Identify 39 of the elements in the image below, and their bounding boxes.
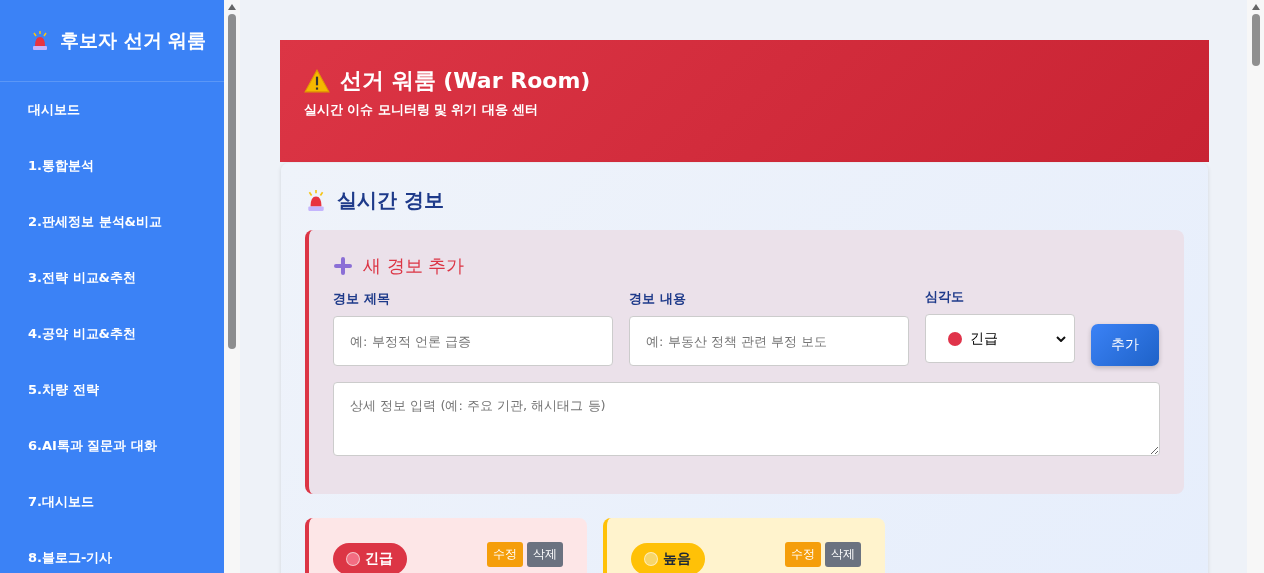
action-button[interactable]: 수정	[785, 542, 821, 567]
sidebar-scrollbar[interactable]	[224, 0, 240, 573]
sidebar-item[interactable]: 8.블로그-기사	[0, 530, 224, 573]
scroll-thumb[interactable]	[1251, 14, 1260, 66]
sidebar-item[interactable]: 7.대시보드	[0, 474, 224, 530]
action-button[interactable]: 수정	[487, 542, 523, 567]
siren-icon	[30, 30, 50, 51]
sidebar-item[interactable]: 대시보드	[0, 82, 224, 138]
scroll-thumb[interactable]	[228, 14, 236, 349]
page-scrollbar[interactable]	[1247, 0, 1264, 573]
page-subtitle: 실시간 이슈 모니터링 및 위기 대응 센터	[304, 102, 540, 119]
add-button[interactable]: 추가	[1091, 324, 1159, 366]
sidebar-item[interactable]: 3.전략 비교&추천	[0, 250, 224, 306]
scroll-up-icon[interactable]	[1251, 4, 1260, 10]
form-title: 새 경보 추가	[363, 254, 465, 278]
sidebar-title: 후보자 선거 워룸	[60, 27, 207, 53]
input-field[interactable]: 예: 부정적 언론 급증	[333, 316, 613, 366]
warning-icon	[304, 69, 330, 93]
field-label: 경보 제목	[333, 290, 391, 308]
plus-icon	[333, 256, 353, 276]
details-field[interactable]: 상세 정보 입력 (예: 주요 기관, 해시태그 등)	[333, 382, 1160, 456]
siren-icon	[305, 189, 327, 212]
chevron-icon	[1056, 335, 1066, 342]
action-button[interactable]: 삭제	[527, 542, 563, 567]
field-label: 심각도	[925, 288, 965, 306]
input-field[interactable]: 예: 부동산 정책 관련 부정 보도	[629, 316, 909, 366]
page-title: 선거 워룸 (War Room)	[340, 67, 591, 95]
sidebar-item[interactable]: 5.차량 전략	[0, 362, 224, 418]
scroll-up-icon[interactable]	[228, 4, 236, 10]
section-title: 실시간 경보	[337, 187, 444, 214]
severity-select[interactable]: 긴급	[925, 314, 1075, 363]
sidebar-item[interactable]: 4.공약 비교&추천	[0, 306, 224, 362]
badge-text: 높음	[663, 550, 691, 568]
sidebar-item[interactable]: 1.통합분석	[0, 138, 224, 194]
sidebar-item[interactable]: 6.AI톡과 질문과 대화	[0, 418, 224, 474]
sidebar-item[interactable]: 2.판세정보 분석&비교	[0, 194, 224, 250]
action-button[interactable]: 삭제	[825, 542, 861, 567]
field-label: 경보 내용	[629, 290, 687, 308]
badge-text: 긴급	[365, 550, 393, 568]
